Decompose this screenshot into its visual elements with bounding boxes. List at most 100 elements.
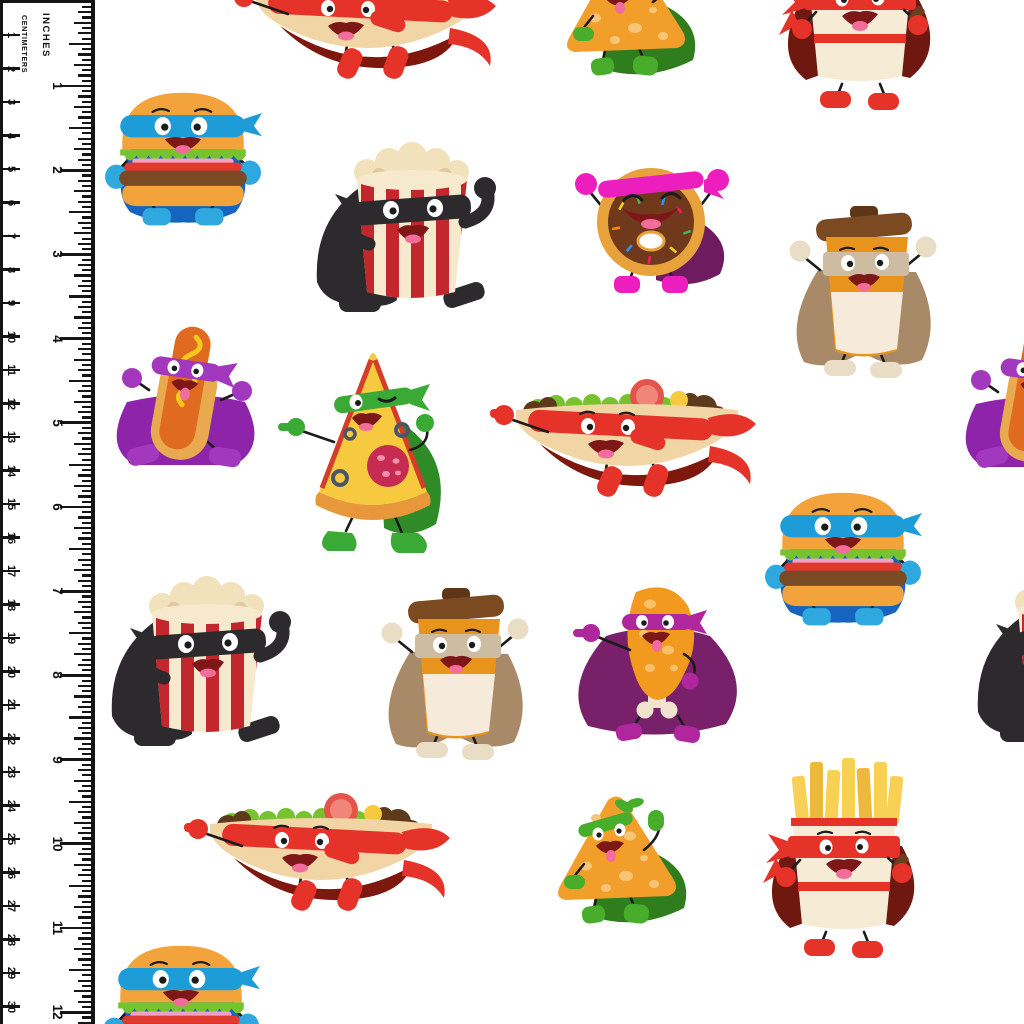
ruler-inch-subtick [78,853,91,855]
ruler-inch-subtick [82,806,91,808]
ruler-inch-subtick [82,332,91,334]
ruler-inch-subtick [78,53,91,55]
ruler-inch-subtick [74,695,91,697]
ruler-inch-subtick [78,306,91,308]
ruler-cm-number: 1 [5,32,17,38]
popcorn-character-art [966,552,1024,752]
ruler-inch-subtick [82,122,91,124]
burger-character-art [102,82,264,230]
ruler-inch-subtick [82,143,91,145]
ruler-inch-subtick [82,311,91,313]
ruler-inch-subtick [78,159,91,161]
ruler-inch-subtick [78,643,91,645]
ruler-cm-number: 22 [5,732,17,744]
popcorn-character-art [305,122,517,322]
ruler-inch-subtick [78,74,91,76]
ruler-inch-subtick [82,343,91,345]
ruler-inch-subtick [78,116,91,118]
ruler-inch-subtick [82,869,91,871]
hotdog-character-art [952,322,1024,474]
ruler-cm-number: 20 [5,665,17,677]
ruler-inch-subtick [82,364,91,366]
ruler-inch-subtick [78,95,91,97]
ruler-inch-subtick [82,206,91,208]
taco-character-art [228,0,506,86]
ruler-inch-subtick [78,706,91,708]
ruler-inch-subtick [82,80,91,82]
donut-character-art [558,142,744,294]
burger-character-art [100,935,262,1024]
ruler-inch-subtick [82,880,91,882]
character-hotdog-right-partial [952,322,1024,474]
ruler-inch-subtick [82,522,91,524]
ruler-inch-subtick [82,90,91,92]
ruler-inch-subtick [82,932,91,934]
ruler-inch-number: 6 [50,503,65,511]
ruler-inch-subtick [82,16,91,18]
character-taco-top-partial [228,0,506,86]
ruler-inch-subtick [69,464,91,466]
ruler-inch-subtick [82,38,91,40]
ruler-inch-subtick [82,985,91,987]
ruler-inch-subtick [82,374,91,376]
character-fries-top-partial [764,0,956,110]
ruler-inch-subtick [82,574,91,576]
character-burger-2 [762,482,924,630]
ruler-inch-subtick [78,790,91,792]
ruler-inch-number: 1 [50,82,65,90]
ruler-cm-number: 14 [5,464,17,476]
ruler-inch-subtick [82,901,91,903]
ruler-inches-label: INCHES [40,13,51,58]
ruler-inch-subtick [74,64,91,66]
ruler-centimeters-label: CENTIMETERS [20,15,29,73]
ruler-inch-subtick [78,980,91,982]
ruler-inch-subtick [82,964,91,966]
ruler-cm-number: 29 [5,967,17,979]
ruler-inch-subtick [78,348,91,350]
ruler-cm-number: 13 [5,431,17,443]
ruler-inch-subtick [78,622,91,624]
ruler-inch-subtick [74,737,91,739]
ruler-inch-subtick [82,585,91,587]
ruler-cm-number: 3 [5,99,17,105]
ruler-inch-subtick [82,711,91,713]
fabric-pattern [0,0,1024,1024]
ruler-cm-number: 9 [5,300,17,306]
ruler-inch-subtick [74,485,91,487]
ruler-inch-subtick [82,216,91,218]
ruler-inch-subtick [82,816,91,818]
taco-character-art [488,366,766,504]
ruler-inch-subtick [82,606,91,608]
ruler-cm-number: 10 [5,330,17,342]
ruler-inch-subtick [82,437,91,439]
character-hotdog-1 [103,320,268,472]
ruler-cm-number: 7 [5,233,17,239]
ruler-inch-subtick [78,390,91,392]
ruler-inch-subtick [82,774,91,776]
ruler-inch-subtick [74,190,91,192]
ruler-inch-subtick [78,727,91,729]
ruler-inch-subtick [82,259,91,261]
ruler-inch-subtick [82,637,91,639]
ruler-inch-subtick [82,690,91,692]
ruler-inch-subtick [78,874,91,876]
ruler-inch-subtick [82,269,91,271]
ruler-inch-number: 2 [50,166,65,174]
character-burger-bottom-partial [100,935,262,1024]
popcorn-character-art [100,556,312,756]
ruler-inch-subtick [82,837,91,839]
ruler-inch-subtick [82,648,91,650]
ruler-cm-number: 23 [5,766,17,778]
ruler-inch-subtick [78,285,91,287]
ruler-inch-subtick [78,432,91,434]
ruler-cm-number: 24 [5,799,17,811]
ruler-inch-subtick [82,490,91,492]
ruler-inch-subtick [82,448,91,450]
ruler-inch-subtick [69,801,91,803]
ruler-inch-subtick [82,111,91,113]
character-popcorn-1 [305,122,517,322]
ruler-inch-subtick [82,406,91,408]
fries-character-art [748,750,940,958]
ruler-cm-number: 8 [5,266,17,272]
ruler-inch-subtick [78,937,91,939]
